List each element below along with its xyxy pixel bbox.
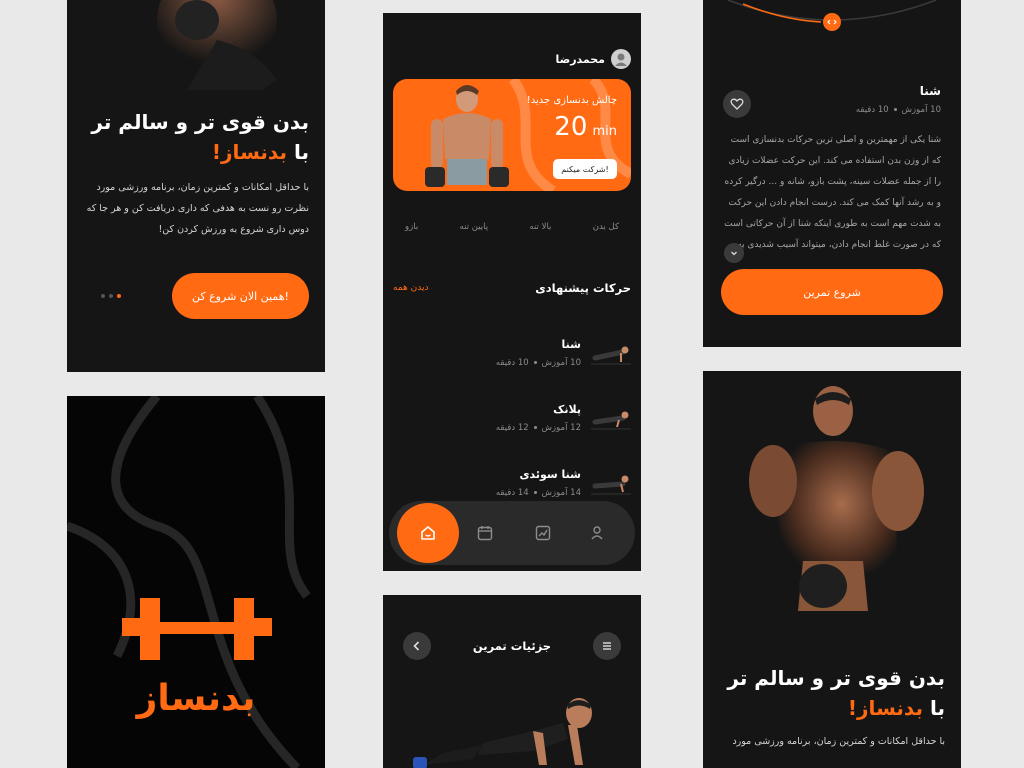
menu-icon bbox=[603, 642, 611, 650]
favorite-button[interactable] bbox=[723, 90, 751, 118]
tab-full-body[interactable]: کل بدن bbox=[593, 222, 619, 232]
timer-knob[interactable] bbox=[823, 13, 841, 31]
list-item[interactable]: پلانک 12 آموزش 12 دقیقه bbox=[393, 398, 631, 438]
challenge-minutes: 20 bbox=[554, 112, 588, 142]
plank-thumbnail bbox=[591, 411, 631, 430]
exercise-name: شنا سوئدی bbox=[519, 468, 581, 481]
challenge-card[interactable]: چالش بدنسازی جدید! 20 min شرکت میکنم! bbox=[393, 79, 631, 191]
calendar-icon[interactable] bbox=[476, 524, 494, 542]
home-screen: محمدرضا چالش بدنسازی جدید! 20 min شرکت م… bbox=[383, 13, 641, 571]
pager-dots bbox=[101, 294, 121, 298]
username: محمدرضا bbox=[555, 52, 605, 66]
athlete-photo bbox=[425, 85, 509, 187]
onboarding-title-prefix: با bbox=[929, 696, 945, 720]
expand-button[interactable] bbox=[724, 243, 744, 263]
challenge-subtitle: چالش بدنسازی جدید! bbox=[526, 95, 617, 106]
exercise-duration: 12 دقیقه bbox=[495, 423, 529, 433]
onboarding-brand: بدنساز! bbox=[211, 140, 287, 164]
bottom-nav bbox=[389, 501, 635, 565]
user-header: محمدرضا bbox=[555, 49, 631, 69]
list-item[interactable]: شنا سوئدی 14 آموزش 14 دقیقه bbox=[393, 463, 631, 503]
onboarding-screen: بدن قوی تر و سالم تر با بدنساز! با حداقل… bbox=[67, 0, 325, 372]
user-icon[interactable] bbox=[588, 524, 606, 542]
chevron-down-icon bbox=[731, 251, 737, 256]
athlete-photo bbox=[67, 0, 325, 90]
pushup-thumbnail bbox=[591, 346, 631, 365]
exercise-duration: 14 دقیقه bbox=[495, 488, 529, 498]
exercise-lessons: 12 آموزش bbox=[541, 423, 581, 433]
home-icon bbox=[421, 526, 435, 540]
exercise-lessons: 10 آموزش bbox=[541, 358, 581, 368]
swedish-pushup-thumbnail bbox=[591, 475, 631, 495]
avatar[interactable] bbox=[611, 49, 631, 69]
tab-upper-body[interactable]: بالا تنه bbox=[529, 222, 551, 232]
join-challenge-button[interactable]: شرکت میکنم! bbox=[553, 159, 617, 179]
splash-brand: بدنساز bbox=[136, 678, 256, 719]
exercise-details-screen: جزئیات تمرین bbox=[383, 595, 641, 768]
suggested-header: حرکات پیشنهادی دیدن همه bbox=[393, 281, 631, 295]
drag-arrows-icon bbox=[827, 19, 837, 25]
list-item[interactable]: شنا 10 آموزش 10 دقیقه bbox=[393, 333, 631, 373]
onboarding-description: با حداقل امکانات و کمترین زمان، برنامه و… bbox=[86, 182, 309, 235]
category-tabs: کل بدن بالا تنه پایین تنه بازو bbox=[393, 222, 631, 232]
detail-screen: شنا 10 آموزش 10 دقیقه شنا یکی از مهمترین … bbox=[703, 0, 961, 347]
pushup-photo bbox=[413, 698, 592, 768]
chart-icon[interactable] bbox=[534, 524, 552, 542]
exercise-description: شنا یکی از مهمترین و اصلی ترین حرکات بدن… bbox=[724, 135, 941, 250]
challenge-unit: min bbox=[592, 124, 617, 139]
tab-lower-body[interactable]: پایین تنه bbox=[460, 222, 489, 232]
tab-arms[interactable]: بازو bbox=[405, 222, 418, 232]
exercise-title: شنا bbox=[919, 84, 941, 98]
suggested-title: حرکات پیشنهادی bbox=[535, 281, 631, 295]
exercise-name: پلانک bbox=[553, 403, 581, 416]
dumbbell-icon bbox=[122, 598, 272, 660]
onboarding-photo-screen: بدن قوی تر و سالم تر با بدنساز! با حداقل… bbox=[703, 371, 961, 768]
onboarding-title-line1: بدن قوی تر و سالم تر bbox=[91, 110, 309, 134]
splash-screen: بدنساز bbox=[67, 396, 325, 768]
start-now-button[interactable]: همین الان شروع کن! bbox=[172, 273, 309, 319]
see-all-link[interactable]: دیدن همه bbox=[393, 283, 428, 293]
nav-home[interactable] bbox=[397, 503, 459, 563]
onboarding-description: با حداقل امکانات و کمترین زمان، برنامه و… bbox=[732, 736, 945, 747]
menu-button[interactable] bbox=[593, 632, 621, 660]
athlete-photo bbox=[749, 386, 924, 651]
onboarding-title-line1: بدن قوی تر و سالم تر bbox=[727, 666, 945, 690]
exercise-duration: 10 دقیقه bbox=[855, 105, 889, 115]
exercise-lessons: 14 آموزش bbox=[541, 488, 581, 498]
onboarding-brand: بدنساز! bbox=[847, 696, 923, 720]
heart-icon bbox=[730, 98, 744, 110]
onboarding-title-prefix: با bbox=[293, 140, 309, 164]
exercise-lessons: 10 آموزش bbox=[901, 105, 941, 115]
exercise-name: شنا bbox=[561, 338, 581, 351]
start-workout-button[interactable]: شروع تمرین bbox=[721, 269, 943, 315]
exercise-duration: 10 دقیقه bbox=[495, 358, 529, 368]
